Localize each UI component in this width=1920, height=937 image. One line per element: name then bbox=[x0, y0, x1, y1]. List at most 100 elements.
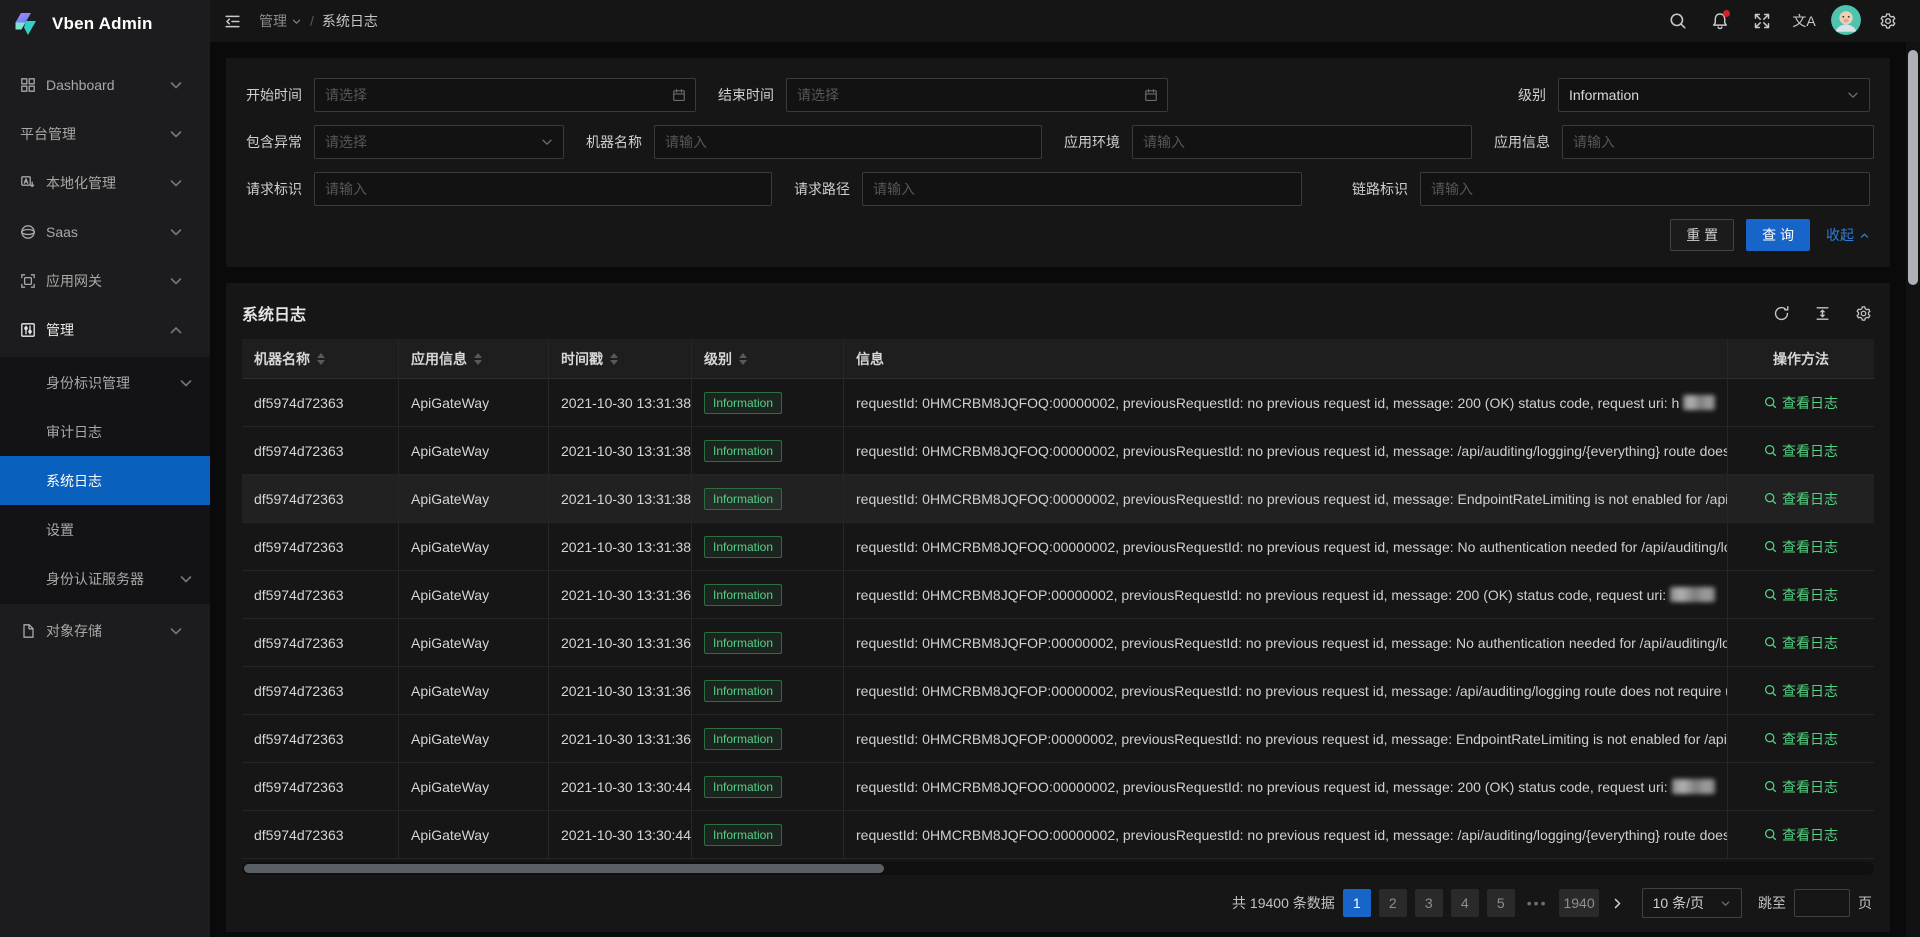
sidebar-item-platform[interactable]: 平台管理 bbox=[0, 112, 210, 156]
view-log-link[interactable]: 查看日志 bbox=[1764, 537, 1838, 557]
cell-actions: 查看日志 bbox=[1728, 379, 1874, 426]
view-log-link[interactable]: 查看日志 bbox=[1764, 393, 1838, 413]
request_path-input[interactable] bbox=[862, 172, 1302, 206]
view-log-link[interactable]: 查看日志 bbox=[1764, 825, 1838, 845]
view-log-link[interactable]: 查看日志 bbox=[1764, 489, 1838, 509]
sort-carets-icon[interactable] bbox=[610, 353, 618, 365]
search-button[interactable]: 查 询 bbox=[1746, 219, 1810, 251]
pagination-page-4[interactable]: 4 bbox=[1451, 889, 1479, 917]
pagination-page-3[interactable]: 3 bbox=[1415, 889, 1443, 917]
app_env-input[interactable] bbox=[1132, 125, 1472, 159]
level-badge: Information bbox=[704, 632, 782, 654]
request_id-input[interactable] bbox=[314, 172, 772, 206]
sidebar-subitem-identity[interactable]: 身份标识管理 bbox=[0, 358, 210, 407]
cell-level: Information bbox=[692, 475, 844, 522]
sidebar-subitem-system-log[interactable]: 系统日志 bbox=[0, 456, 210, 505]
sidebar-item-saas[interactable]: Saas bbox=[0, 210, 210, 254]
user-avatar[interactable] bbox=[1828, 3, 1864, 39]
cell-timestamp: 2021-10-30 13:31:36 bbox=[549, 619, 692, 666]
column-header-machine[interactable]: 机器名称 bbox=[242, 339, 399, 378]
machine_name-field[interactable] bbox=[665, 134, 1031, 150]
view-log-link[interactable]: 查看日志 bbox=[1764, 585, 1838, 605]
vertical-scrollbar[interactable] bbox=[1906, 42, 1920, 937]
cell-actions: 查看日志 bbox=[1728, 715, 1874, 762]
view-log-link[interactable]: 查看日志 bbox=[1764, 633, 1838, 653]
cell-machine-name: df5974d72363 bbox=[242, 763, 399, 810]
refresh-icon[interactable] bbox=[1773, 305, 1790, 322]
view-log-link[interactable]: 查看日志 bbox=[1764, 441, 1838, 461]
next-page-button[interactable] bbox=[1607, 897, 1628, 910]
sidebar-item-storage[interactable]: 对象存储 bbox=[0, 609, 210, 653]
exception-select[interactable]: 请选择 bbox=[314, 125, 564, 159]
column-header-timestamp[interactable]: 时间戳 bbox=[549, 339, 692, 378]
pagination-page-1[interactable]: 1 bbox=[1343, 889, 1371, 917]
jump-page-input[interactable] bbox=[1794, 889, 1850, 917]
log-message: requestId: 0HMCRBM8JQFOO:00000002, previ… bbox=[856, 827, 1728, 843]
filter-actions: 重 置 查 询 收起 bbox=[246, 219, 1870, 251]
row-height-icon[interactable] bbox=[1814, 305, 1831, 322]
fullscreen-icon[interactable] bbox=[1744, 3, 1780, 39]
management-icon bbox=[20, 322, 36, 338]
cell-actions: 查看日志 bbox=[1728, 667, 1874, 714]
sidebar-subitem-settings[interactable]: 设置 bbox=[0, 505, 210, 554]
notification-bell-icon[interactable] bbox=[1702, 3, 1738, 39]
trace_id-field[interactable] bbox=[1431, 181, 1859, 197]
breadcrumb: 管理 / 系统日志 bbox=[259, 11, 378, 31]
view-log-link[interactable]: 查看日志 bbox=[1764, 681, 1838, 701]
translate-icon[interactable]: 文A bbox=[1786, 3, 1822, 39]
sort-carets-icon[interactable] bbox=[474, 353, 482, 365]
pagination-page-1940[interactable]: 1940 bbox=[1559, 889, 1598, 917]
pagination-page-2[interactable]: 2 bbox=[1379, 889, 1407, 917]
table-title: 系统日志 bbox=[242, 301, 306, 325]
pagination-ellipsis: ••• bbox=[1523, 889, 1552, 917]
app_info-input[interactable] bbox=[1562, 125, 1874, 159]
app-logo[interactable]: Vben Admin bbox=[0, 0, 210, 48]
column-header-app[interactable]: 应用信息 bbox=[399, 339, 549, 378]
request_id-field[interactable] bbox=[325, 181, 761, 197]
collapse-link[interactable]: 收起 bbox=[1826, 225, 1870, 245]
sort-carets-icon[interactable] bbox=[317, 353, 325, 365]
filter-field-app_info: 应用信息 bbox=[1494, 125, 1874, 159]
app_info-field[interactable] bbox=[1573, 134, 1863, 150]
request_path-field[interactable] bbox=[873, 181, 1291, 197]
sidebar-item-gateway[interactable]: 应用网关 bbox=[0, 259, 210, 303]
level-select[interactable]: Information bbox=[1558, 78, 1870, 112]
column-settings-icon[interactable] bbox=[1855, 305, 1872, 322]
sidebar-item-localization[interactable]: 本地化管理 bbox=[0, 161, 210, 205]
start_time-field[interactable] bbox=[325, 87, 663, 103]
end_time-datepicker[interactable] bbox=[786, 78, 1168, 112]
end_time-field[interactable] bbox=[797, 87, 1135, 103]
column-header-label: 机器名称 bbox=[254, 349, 310, 369]
vertical-scrollbar-thumb[interactable] bbox=[1908, 50, 1918, 285]
view-log-link[interactable]: 查看日志 bbox=[1764, 777, 1838, 797]
avatar-image bbox=[1831, 5, 1861, 38]
horizontal-scrollbar-thumb[interactable] bbox=[244, 864, 884, 873]
horizontal-scrollbar[interactable] bbox=[242, 862, 1874, 875]
app_env-field[interactable] bbox=[1143, 134, 1461, 150]
machine_name-input[interactable] bbox=[654, 125, 1042, 159]
view-log-label: 查看日志 bbox=[1782, 633, 1838, 653]
view-log-label: 查看日志 bbox=[1782, 729, 1838, 749]
breadcrumb-item-management[interactable]: 管理 bbox=[259, 11, 302, 31]
sidebar-subitem-label: 身份认证服务器 bbox=[46, 569, 144, 589]
trace_id-input[interactable] bbox=[1420, 172, 1870, 206]
cell-app-info: ApiGateWay bbox=[399, 427, 549, 474]
sidebar-item-management[interactable]: 管理 bbox=[0, 308, 210, 352]
sidebar-subitem-audit-log[interactable]: 审计日志 bbox=[0, 407, 210, 456]
column-header-level[interactable]: 级别 bbox=[692, 339, 844, 378]
sort-carets-icon[interactable] bbox=[739, 353, 747, 365]
start_time-datepicker[interactable] bbox=[314, 78, 696, 112]
sidebar-subitem-auth-server[interactable]: 身份认证服务器 bbox=[0, 554, 210, 603]
settings-gear-icon[interactable] bbox=[1870, 3, 1906, 39]
menu-fold-icon[interactable] bbox=[220, 9, 245, 34]
pagination-page-5[interactable]: 5 bbox=[1487, 889, 1515, 917]
chevron-down-icon bbox=[291, 16, 302, 27]
search-icon[interactable] bbox=[1660, 3, 1696, 39]
filter-label-request_path: 请求路径 bbox=[794, 179, 850, 199]
filter-label-trace_id: 链路标识 bbox=[1352, 179, 1408, 199]
reset-button[interactable]: 重 置 bbox=[1670, 219, 1734, 251]
view-log-link[interactable]: 查看日志 bbox=[1764, 729, 1838, 749]
page-size-select[interactable]: 10 条/页 bbox=[1642, 888, 1742, 918]
sidebar-item-dashboard[interactable]: Dashboard bbox=[0, 63, 210, 107]
filter-label-end_time: 结束时间 bbox=[718, 85, 774, 105]
